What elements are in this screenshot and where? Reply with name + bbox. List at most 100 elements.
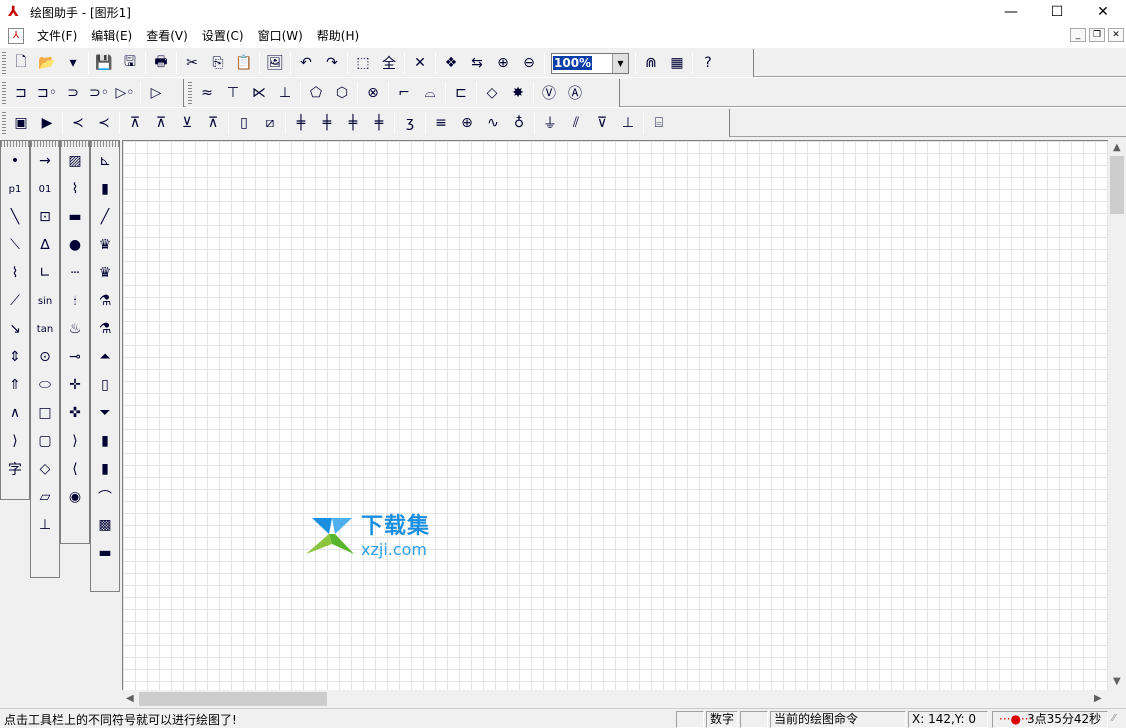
mdi-close-button[interactable]: ✕ (1108, 28, 1124, 42)
lamp-icon[interactable]: ⊗ (360, 81, 386, 105)
jar-icon[interactable]: ▮ (91, 427, 119, 455)
menu-view[interactable]: 查看(V) (139, 27, 195, 44)
redo-icon[interactable]: ↷ (319, 51, 345, 75)
ac-source-icon[interactable]: ∿ (480, 111, 506, 135)
chevron-down-icon[interactable]: ▼ (612, 53, 628, 73)
op-amp-icon[interactable]: ▶ (34, 111, 60, 135)
undo-icon[interactable]: ↶ (293, 51, 319, 75)
and-gate-icon[interactable]: ⊐ (8, 81, 34, 105)
funnel-icon[interactable]: ⏷ (91, 399, 119, 427)
hexagon-icon[interactable]: ⬡ (329, 81, 355, 105)
pentagon-icon[interactable]: ⬠ (303, 81, 329, 105)
ic-chip-icon[interactable]: ▣ (8, 111, 34, 135)
lens-concave-icon[interactable]: ⟨ (61, 455, 89, 483)
capacitor2-icon[interactable]: ╪ (366, 111, 392, 135)
inductor-icon[interactable]: ʒ (397, 111, 423, 135)
zoom-value[interactable]: 100% (553, 56, 593, 70)
chassis-ground-icon[interactable]: ⫽ (563, 111, 589, 135)
rounded-rect-icon[interactable]: ▢ (31, 427, 59, 455)
push-button-icon[interactable]: ⌓ (417, 81, 443, 105)
tray-icon[interactable]: ▬ (91, 539, 119, 567)
menu-file[interactable]: 文件(F) (30, 27, 84, 44)
menu-help[interactable]: 帮助(H) (310, 27, 366, 44)
save-as-icon[interactable]: 🖫 (117, 51, 143, 75)
crucible-icon[interactable]: ♛ (91, 231, 119, 259)
function-graph-icon[interactable]: ∆ (31, 231, 59, 259)
segment-icon[interactable]: ⟍ (1, 231, 29, 259)
hatch-line-icon[interactable]: ⋉ (246, 81, 272, 105)
refresh-icon[interactable]: ❖ (438, 51, 464, 75)
candle-icon[interactable]: 🕯 (61, 287, 89, 315)
close-button[interactable]: ✕ (1080, 0, 1126, 24)
rectangle-icon[interactable]: □ (31, 399, 59, 427)
save-icon[interactable]: 💾 (91, 51, 117, 75)
scroll-right-icon[interactable]: ▶ (1094, 693, 1102, 704)
paste-icon[interactable]: 📋 (231, 51, 257, 75)
document-icon[interactable]: ⅄ (8, 27, 24, 44)
dc-source-icon[interactable]: ⊕ (454, 111, 480, 135)
open-icon[interactable]: 📂 (34, 51, 60, 75)
swap-icon[interactable]: ⇆ (464, 51, 490, 75)
magnet-snap-icon[interactable]: ⋒ (638, 51, 664, 75)
buffer-icon[interactable]: ▷ (143, 81, 169, 105)
earth-icon[interactable]: ⊥ (615, 111, 641, 135)
open-dropdown-icon[interactable]: ▾ (60, 51, 86, 75)
gas-jar-icon[interactable]: ▩ (91, 511, 119, 539)
ball-icon[interactable]: ● (61, 231, 89, 259)
bridge-rectifier-icon[interactable]: ◇ (479, 81, 505, 105)
nor-gate-icon[interactable]: ⊃◦ (86, 81, 112, 105)
round-flask-icon[interactable]: ⚗ (91, 287, 119, 315)
trolley-icon[interactable]: ▬ (61, 203, 89, 231)
battery-icon[interactable]: ≡ (428, 111, 454, 135)
variable-capacitor-icon[interactable]: ╪ (340, 111, 366, 135)
ground-icon[interactable]: ⏚ (537, 111, 563, 135)
select-all-icon[interactable]: 全 (376, 51, 402, 75)
zoom-select[interactable]: 100% ▼ (551, 52, 629, 74)
help-icon[interactable]: ? (695, 51, 721, 75)
cross-arrows2-icon[interactable]: ✜ (61, 399, 89, 427)
pnp-transistor-icon[interactable]: ≺ (91, 111, 117, 135)
scroll-down-icon[interactable]: ▼ (1113, 676, 1121, 687)
diode-icon[interactable]: ⊼ (122, 111, 148, 135)
burner-icon[interactable]: ♨ (61, 315, 89, 343)
connector-icon[interactable]: ⊤ (220, 81, 246, 105)
angle-icon[interactable]: ∧ (1, 399, 29, 427)
variable-resistor-icon[interactable]: ⧄ (257, 111, 283, 135)
fuse-icon[interactable]: ⌸ (646, 111, 672, 135)
zoom-in-icon[interactable]: ⊕ (490, 51, 516, 75)
arrow-icon[interactable]: → (31, 147, 59, 175)
mdi-restore-button[interactable]: ❐ (1089, 28, 1105, 42)
cross-arrows-icon[interactable]: ✛ (61, 371, 89, 399)
horizontal-scrollbar[interactable]: ◀ ▶ (122, 690, 1108, 708)
pin-icon[interactable]: ⊸ (61, 343, 89, 371)
beaker-icon[interactable]: ▯ (91, 371, 119, 399)
menu-settings[interactable]: 设置(C) (195, 27, 251, 44)
switch-icon[interactable]: ⌐ (391, 81, 417, 105)
line-icon[interactable]: ╲ (1, 203, 29, 231)
led-icon[interactable]: ⊼ (200, 111, 226, 135)
npn-transistor-icon[interactable]: ≺ (65, 111, 91, 135)
export-image-icon[interactable]: 🖼 (262, 51, 288, 75)
point-icon[interactable]: • (1, 147, 29, 175)
cut-icon[interactable]: ✂ (179, 51, 205, 75)
test-tube-icon[interactable]: ▮ (91, 175, 119, 203)
zoom-out-icon[interactable]: ⊖ (516, 51, 542, 75)
delete-icon[interactable]: ✕ (407, 51, 433, 75)
speaker-icon[interactable]: ⊏ (448, 81, 474, 105)
not-gate-icon[interactable]: ▷◦ (112, 81, 138, 105)
polyline-icon[interactable]: ⌇ (1, 259, 29, 287)
ammeter-icon[interactable]: Ⓐ (562, 81, 588, 105)
junction-icon[interactable]: ⊥ (272, 81, 298, 105)
double-arrow-icon[interactable]: ⇕ (1, 343, 29, 371)
resistor-icon[interactable]: ▯ (231, 111, 257, 135)
menu-window[interactable]: 窗口(W) (251, 27, 310, 44)
parallelogram-icon[interactable]: ▱ (31, 483, 59, 511)
bell-jar-icon[interactable]: ⌒ (91, 483, 119, 511)
burst-icon[interactable]: ✸ (505, 81, 531, 105)
resize-grip-icon[interactable]: ⁄⁄ (1112, 713, 1115, 724)
scroll-up-icon[interactable]: ▲ (1113, 142, 1121, 153)
copy-icon[interactable]: ⎘ (205, 51, 231, 75)
ray-icon[interactable]: ⟋ (1, 287, 29, 315)
nand-gate-icon[interactable]: ⊐◦ (34, 81, 60, 105)
capacitor-icon[interactable]: ╪ (288, 111, 314, 135)
